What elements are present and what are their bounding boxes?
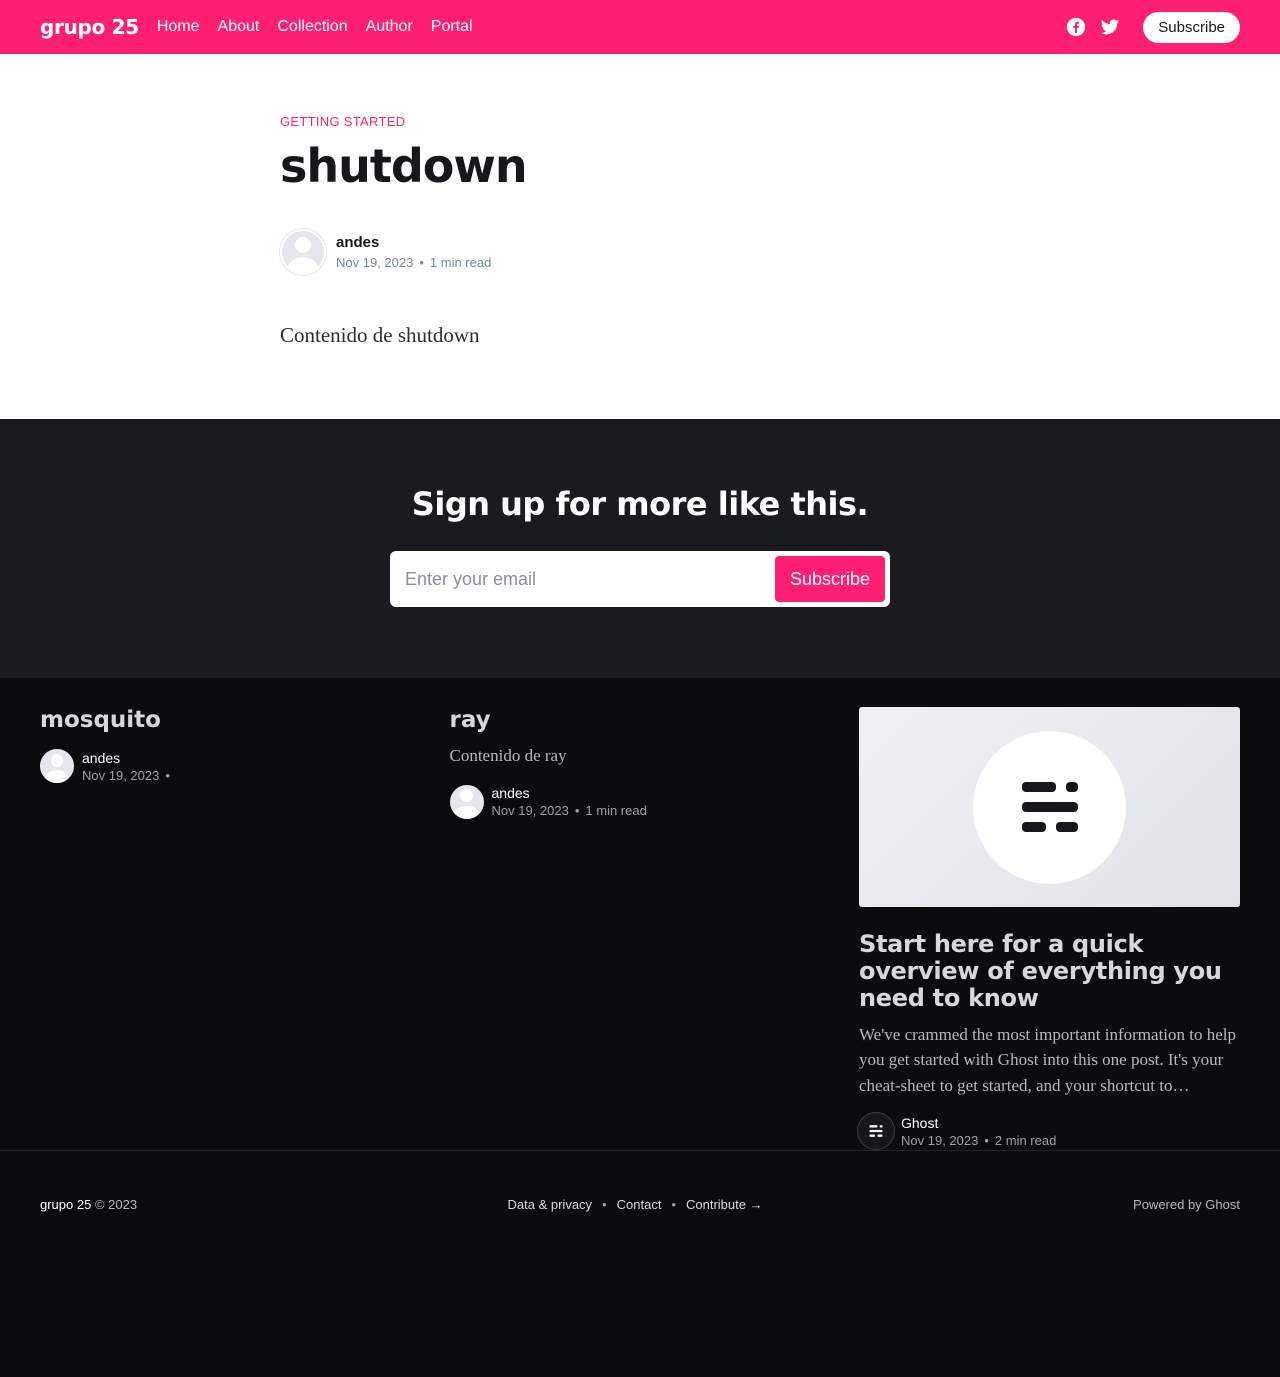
ghost-avatar-icon[interactable] [857, 1112, 895, 1151]
email-input[interactable] [405, 568, 775, 590]
related-post-card[interactable]: mosquito andes Nov 19, 2023 • [38, 707, 420, 1150]
author-avatar[interactable] [280, 229, 326, 275]
footer-separator: • [602, 1197, 607, 1212]
article-byline: andes Nov 19, 2023 • 1 min read [280, 229, 1000, 275]
related-post-date: Nov 19, 2023 [82, 767, 160, 783]
footer-separator: • [671, 1197, 676, 1212]
featured-post-image[interactable] [859, 707, 1240, 907]
featured-post-excerpt: We've crammed the most important informa… [859, 1024, 1237, 1095]
related-post-meta: Nov 19, 2023 • 1 min read [491, 803, 647, 818]
footer-link-contribute[interactable]: Contribute → [686, 1197, 763, 1212]
featured-post-meta: Nov 19, 2023 • 2 min read [901, 1132, 1057, 1148]
header-actions: Subscribe [1065, 11, 1240, 43]
header-subscribe-button[interactable]: Subscribe [1143, 11, 1240, 43]
site-footer: grupo 25 © 2023 Data & privacy • Contact… [0, 1151, 1280, 1377]
author-avatar[interactable] [38, 747, 76, 785]
article-content: Contenido de shutdown [280, 323, 480, 347]
author-avatar[interactable] [447, 782, 486, 821]
related-post-excerpt: Contenido de ray [449, 746, 567, 765]
related-post-read-time: 1 min read [585, 803, 647, 818]
featured-post-title[interactable]: Start here for a quick overview of every… [859, 931, 1240, 1012]
article-tag[interactable]: Getting Started [280, 114, 1000, 129]
nav-author[interactable]: Author [366, 18, 413, 36]
main-nav: Home About Collection Author Portal [157, 18, 473, 36]
powered-by[interactable]: Powered by Ghost [1133, 1197, 1240, 1212]
facebook-icon[interactable] [1065, 16, 1087, 38]
footer-link-contact[interactable]: Contact [617, 1197, 662, 1212]
featured-post-date: Nov 19, 2023 [901, 1132, 979, 1148]
site-header: grupo 25 Home About Collection Author Po… [0, 0, 1280, 54]
article: Getting Started shutdown andes Nov 19, 2… [0, 54, 1280, 419]
author-name[interactable]: andes [336, 234, 491, 251]
related-post-byline: andes Nov 19, 2023 • [38, 747, 420, 785]
cta-title: Sign up for more like this. [411, 485, 869, 523]
nav-portal[interactable]: Portal [431, 18, 473, 36]
footer-copyright: grupo 25 © 2023 [40, 1197, 137, 1212]
twitter-icon[interactable] [1099, 16, 1121, 38]
article-title: shutdown [280, 139, 528, 193]
footer-nav: Data & privacy • Contact • Contribute → [508, 1197, 763, 1212]
ghost-logo-icon [973, 730, 1126, 884]
signup-form: Subscribe [390, 551, 890, 607]
featured-post-read-time: 2 min read [994, 1132, 1057, 1148]
related-post-card[interactable]: ray Contenido de ray andes Nov 19, 2023 •… [447, 707, 830, 1150]
nav-about[interactable]: About [218, 18, 260, 36]
related-post-title[interactable]: ray [450, 707, 830, 733]
footer-copyright-year: © 2023 [94, 1197, 138, 1212]
related-post-byline: andes Nov 19, 2023 • 1 min read [447, 782, 830, 821]
cta-subscribe-button[interactable]: Subscribe [774, 556, 885, 602]
featured-post-byline: Ghost Nov 19, 2023 • 2 min read [857, 1112, 1240, 1151]
related-post-title[interactable]: mosquito [40, 707, 420, 733]
footer-site-name[interactable]: grupo 25 [40, 1197, 91, 1212]
signup-cta: Sign up for more like this. Subscribe [0, 419, 1280, 678]
featured-post-card[interactable]: Start here for a quick overview of every… [857, 707, 1240, 1151]
author-name[interactable]: andes [82, 750, 176, 766]
author-name[interactable]: andes [492, 785, 647, 801]
site-logo[interactable]: grupo 25 [40, 15, 139, 39]
related-post-meta: Nov 19, 2023 • [82, 767, 170, 783]
related-posts: mosquito andes Nov 19, 2023 • ray Conteni… [0, 678, 1280, 1151]
related-post-date: Nov 19, 2023 [491, 803, 569, 818]
nav-home[interactable]: Home [157, 18, 200, 36]
author-name[interactable]: Ghost [901, 1115, 1056, 1131]
article-meta: Nov 19, 2023 • 1 min read [336, 255, 492, 270]
article-read-time: 1 min read [429, 255, 492, 270]
footer-link-data-privacy[interactable]: Data & privacy [508, 1197, 593, 1212]
article-date: Nov 19, 2023 [336, 255, 414, 270]
nav-collection[interactable]: Collection [277, 18, 347, 36]
